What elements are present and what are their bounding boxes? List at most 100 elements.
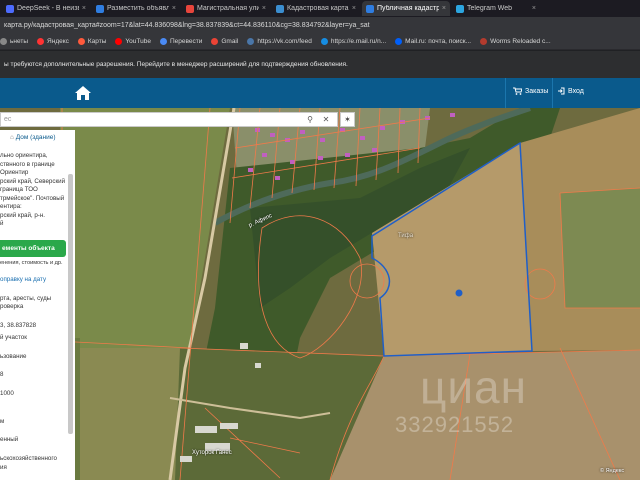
site-header: Заказы Вход [0, 78, 640, 108]
panel-text-line: 8 [0, 371, 4, 379]
tab-favicon-icon [96, 4, 104, 13]
panel-text-line: й участок [0, 334, 27, 341]
object-elements-sub: енения, стоимость и др. [0, 260, 63, 266]
coordinates-value: 3, 38.837828 [0, 322, 37, 329]
panel-text-line: ьзование [0, 352, 27, 360]
bookmark-icon [320, 37, 328, 45]
panel-text-line: рский край, р-н. [0, 211, 45, 219]
bookmark-icon [211, 37, 219, 45]
bookmark-label: https://e.mail.ru/n... [330, 37, 387, 45]
watermark-number: 332921552 [395, 412, 515, 437]
bookmark-item[interactable]: Яндекс [37, 37, 69, 45]
bookmark-icon [0, 37, 7, 45]
address-bar[interactable]: карта.ру/кадастровая_карта#zoom=17&lat=4… [0, 17, 640, 33]
panel-text-line: ьскохозяйственного [0, 454, 57, 462]
bookmark-icon [395, 37, 403, 45]
village-label: Хуторок Ганес [192, 450, 232, 456]
tab-close-icon[interactable]: × [262, 5, 266, 12]
panel-text-line: енный [0, 436, 19, 444]
panel-text-line: 1000 [0, 389, 14, 397]
object-elements-label: ементы объекта [2, 245, 55, 252]
close-icon[interactable]: ✕ [319, 113, 333, 126]
tab-close-icon[interactable]: × [352, 5, 356, 12]
bookmark-label: Перевести [169, 37, 203, 45]
yandex-attribution[interactable]: © Яндекс [600, 468, 624, 474]
bookmark-icon [480, 37, 488, 45]
tab-close-icon[interactable]: × [172, 5, 176, 12]
bookmark-item[interactable]: Gmail [211, 37, 239, 45]
address-url[interactable]: карта.ру/кадастровая_карта#zoom=17&lat=4… [4, 22, 370, 29]
search-input[interactable]: ес ⚲ ✕ [0, 112, 338, 127]
login-icon [558, 87, 565, 95]
tab-close-icon[interactable]: × [442, 5, 446, 12]
panel-text-line: ентира: [0, 203, 22, 210]
info-panel: ⌂ Дом (здание) ементы объекта енения, ст… [0, 130, 75, 480]
bookmark-item[interactable]: ьнеты [0, 37, 28, 45]
tab-close-icon[interactable]: × [532, 5, 536, 12]
panel-text-line: й [0, 220, 4, 227]
star-icon[interactable]: ✶ [340, 112, 355, 127]
orders-label: Заказы [525, 87, 549, 95]
panel-text-line: ствнного в границе [0, 160, 55, 168]
tab-favicon-icon [456, 4, 464, 13]
search-icon[interactable]: ⚲ [303, 113, 317, 126]
tab-label: Публичная кадастровая [377, 5, 439, 12]
tab-label: Разместить объявление о [107, 5, 169, 12]
tab-favicon-icon [186, 4, 194, 13]
field-label: Тифа [398, 233, 414, 239]
orders-button[interactable]: Заказы [513, 87, 548, 95]
object-elements-button[interactable]: ементы объекта [0, 240, 66, 257]
header-separator [552, 78, 553, 108]
map-canvas[interactable] [0, 108, 640, 480]
header-separator [505, 78, 506, 108]
building-icon: ⌂ [10, 134, 14, 141]
browser-tab[interactable]: Кадастровая карта: Крас× [272, 1, 360, 16]
bookmark-item[interactable]: Перевести [159, 37, 203, 45]
bookmark-item[interactable]: Worms Reloaded c... [480, 37, 551, 45]
bookmark-label: https://vk.com/feed [257, 37, 312, 45]
browser-tab[interactable]: Telegram Web × [452, 1, 540, 16]
watermark-brand: циан [420, 361, 528, 413]
extension-info-bar: ы требуются дополнительные разрешения. П… [0, 51, 640, 78]
bookmark-icon [37, 37, 45, 45]
report-link[interactable]: оправку на дату [0, 276, 46, 283]
cart-icon [513, 87, 522, 95]
info-text: ы требуются дополнительные разрешения. П… [4, 61, 348, 68]
tab-favicon-icon [6, 4, 14, 13]
panel-scrollbar[interactable] [68, 174, 73, 434]
panel-text-line: ия [0, 464, 7, 472]
satellite-map[interactable]: р. Афипс Тифа Хуторок Ганес © Яндекс [0, 108, 640, 480]
home-icon[interactable] [74, 85, 92, 101]
bookmark-item[interactable]: https://vk.com/feed [247, 37, 312, 45]
panel-text-line: роверка [0, 303, 24, 310]
bookmark-item[interactable]: YouTube [115, 37, 151, 45]
browser-tab[interactable]: Магистральная улица — × [182, 1, 270, 16]
panel-text-line: трмейское". Почтовый [0, 194, 65, 202]
bookmark-icon [115, 37, 123, 45]
browser-tab[interactable]: Разместить объявление о× [92, 1, 180, 16]
tab-label: Telegram Web [467, 5, 513, 12]
bookmark-label: Worms Reloaded c... [490, 37, 551, 45]
tab-favicon-icon [366, 4, 374, 13]
tab-building[interactable]: ⌂ Дом (здание) [10, 134, 56, 141]
search-placeholder: ес [4, 116, 12, 123]
bookmark-label: YouTube [125, 37, 151, 45]
bookmark-label: Mail.ru: почта, поиск... [405, 37, 472, 45]
panel-text-line: Ориентир [0, 169, 29, 176]
bookmark-icon [77, 37, 85, 45]
bookmarks-bar: ьнеты Яндекс Карты YouTube Перевести Gmail htt… [0, 33, 640, 50]
login-button[interactable]: Вход [557, 87, 584, 95]
bookmark-label: Карты [87, 37, 107, 45]
tab-label: Кадастровая карта: Крас [287, 5, 349, 12]
bookmark-item[interactable]: https://e.mail.ru/n... [320, 37, 387, 45]
bookmark-item[interactable]: Карты [77, 37, 107, 45]
login-label: Вход [568, 87, 584, 95]
browser-tab-bar: DeepSeek - В неизвестн×Разместить объявл… [0, 0, 640, 17]
bookmark-item[interactable]: Mail.ru: почта, поиск... [395, 37, 472, 45]
browser-tab[interactable]: DeepSeek - В неизвестн× [2, 1, 90, 16]
tab-label: DeepSeek - В неизвестн [17, 5, 79, 12]
browser-tab[interactable]: Публичная кадастровая× [362, 1, 450, 16]
tab-close-icon[interactable]: × [82, 5, 86, 12]
tab-building-label: Дом (здание) [15, 134, 56, 141]
bookmark-label: Gmail [221, 37, 239, 45]
